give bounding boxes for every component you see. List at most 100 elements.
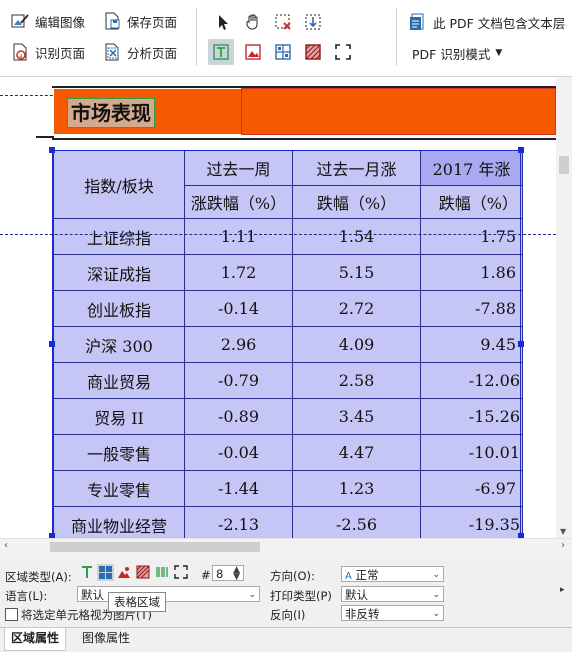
- analyze-page-button[interactable]: 分析页面: [102, 41, 177, 63]
- print-type-value: 默认: [345, 588, 368, 602]
- table-cell: 专业零售: [53, 470, 185, 507]
- empty-area-tool[interactable]: [330, 39, 356, 65]
- resize-handle[interactable]: [518, 341, 524, 347]
- svg-text:a: a: [19, 53, 23, 60]
- background-region-type-icon[interactable]: [136, 565, 150, 582]
- table-cell: 商业贸易: [53, 362, 185, 399]
- text-region-type-icon[interactable]: [80, 565, 94, 582]
- table-cell: 一般零售: [53, 434, 185, 471]
- table-cell: 2.72: [292, 290, 421, 327]
- delete-area-tool[interactable]: [270, 9, 296, 35]
- edit-image-icon: [10, 11, 30, 31]
- horizontal-scrollbar-thumb[interactable]: [50, 542, 260, 552]
- cursor-icon: [219, 15, 228, 30]
- resize-handle[interactable]: [518, 147, 524, 153]
- table-header-cell: 跌幅（%）: [292, 185, 421, 219]
- table-area-icon: [275, 44, 291, 60]
- delete-area-icon: [275, 14, 291, 30]
- table-cell: -0.79: [184, 362, 293, 399]
- cell-count-hash-icon: #: [201, 568, 211, 582]
- text-area-tool[interactable]: [208, 39, 234, 65]
- table-cell: 沪深 300: [53, 326, 185, 363]
- dropdown-arrow-icon: ⌄: [432, 609, 440, 619]
- properties-tabs: 区域属性 图像属性: [0, 627, 572, 652]
- table-cell: -2.56: [292, 506, 421, 538]
- table-cell: -0.04: [184, 434, 293, 471]
- table-cell: 1.72: [184, 254, 293, 291]
- text-area-icon: [213, 44, 229, 60]
- resize-handle[interactable]: [49, 147, 55, 153]
- analyze-page-icon: [102, 42, 122, 62]
- table-header-cell: 指数/板块: [53, 150, 185, 219]
- pdf-text-layer-label: 此 PDF 文档包含文本层: [433, 15, 566, 31]
- dropdown-arrow-icon: ⌄: [432, 590, 440, 600]
- tab-region-properties[interactable]: 区域属性: [4, 628, 67, 651]
- image-region-type-icon[interactable]: [117, 565, 131, 582]
- reorder-icon: [305, 14, 321, 30]
- orientation-dropdown[interactable]: A 正常 ⌄: [341, 566, 444, 582]
- table-header-cell: 涨跌幅（%）: [184, 185, 293, 219]
- table-header-cell: 过去一周: [184, 150, 293, 186]
- language-value: 默认: [81, 588, 104, 602]
- panel-expand-arrow-icon[interactable]: ▸: [560, 585, 565, 595]
- invert-value: 非反转: [345, 607, 380, 621]
- cell-count-value: 8: [216, 567, 224, 581]
- toolbar: 编辑图像 保存页面 a 识别页面 分析页面 此 PDF 文档包含文本层 PDF …: [0, 0, 572, 77]
- treat-cells-as-images-checkbox[interactable]: [5, 608, 18, 621]
- vertical-scrollbar-thumb[interactable]: [559, 156, 569, 174]
- table-cell: 1.11: [184, 218, 293, 255]
- print-type-label: 打印类型(P): [270, 589, 332, 603]
- area-frame-icon[interactable]: [174, 565, 188, 582]
- data-table[interactable]: 指数/板块 过去一周 过去一月涨 2017 年涨 涨跌幅（%） 跌幅（%） 跌幅…: [53, 150, 523, 538]
- table-area-tool[interactable]: [270, 39, 296, 65]
- invert-dropdown[interactable]: 非反转 ⌄: [341, 605, 444, 621]
- scroll-left-arrow-icon[interactable]: ‹: [4, 540, 8, 551]
- image-area-icon: [245, 44, 261, 60]
- table-cell: 1.75: [420, 218, 523, 255]
- reorder-area-tool[interactable]: [300, 9, 326, 35]
- horizontal-scrollbar[interactable]: ‹ ›: [0, 538, 572, 555]
- table-cell: 1.86: [420, 254, 523, 291]
- vertical-scrollbar[interactable]: ▼: [556, 77, 572, 538]
- save-page-button[interactable]: 保存页面: [102, 10, 177, 32]
- language-dropdown[interactable]: 默认 ⌄: [77, 586, 260, 602]
- pan-tool[interactable]: [240, 9, 266, 35]
- save-page-label: 保存页面: [127, 14, 178, 30]
- hand-icon: [246, 14, 258, 30]
- scroll-down-arrow-icon[interactable]: ▼: [560, 527, 566, 536]
- language-label: 语言(L):: [5, 589, 48, 603]
- region-type-label: 区域类型(A):: [5, 570, 72, 584]
- scroll-right-arrow-icon[interactable]: ›: [561, 540, 565, 551]
- orientation-label: 方向(O):: [270, 569, 315, 583]
- pdf-text-layer-button[interactable]: 此 PDF 文档包含文本层: [408, 11, 565, 33]
- spinner-arrows-icon[interactable]: ▲ ▼: [233, 566, 240, 582]
- pdf-recognition-mode-dropdown[interactable]: PDF 识别模式 ▼: [412, 42, 502, 64]
- print-type-dropdown[interactable]: 默认 ⌄: [341, 586, 444, 602]
- image-region-frame[interactable]: [241, 88, 556, 135]
- tab-image-properties[interactable]: 图像属性: [76, 628, 136, 650]
- cell-count-spinner[interactable]: 8 ▲ ▼: [212, 565, 244, 582]
- recognize-page-icon: a: [10, 42, 30, 62]
- table-header-cell: 过去一月涨: [292, 150, 421, 186]
- table-cell: 2.96: [184, 326, 293, 363]
- recognize-page-button[interactable]: a 识别页面: [10, 41, 85, 63]
- table-region-type-icon[interactable]: [97, 564, 114, 581]
- background-image-area-tool[interactable]: [300, 39, 326, 65]
- edit-image-button[interactable]: 编辑图像: [10, 10, 85, 32]
- table-header-cell: 2017 年涨: [420, 150, 523, 186]
- header-rule: [36, 136, 54, 138]
- tooltip: 表格区域: [108, 592, 166, 612]
- table-cell: -1.44: [184, 470, 293, 507]
- save-page-icon: [102, 11, 122, 31]
- barcode-region-type-icon[interactable]: [155, 565, 169, 582]
- document-canvas[interactable]: 市场表现 指数/板块 过去一周 过去一月涨 2017 年涨 涨跌幅（%） 跌幅（…: [0, 77, 556, 538]
- image-area-tool[interactable]: [240, 39, 266, 65]
- edit-image-label: 编辑图像: [35, 14, 86, 30]
- resize-handle[interactable]: [49, 341, 55, 347]
- orientation-icon: A: [345, 571, 352, 582]
- guide-line: [0, 234, 556, 235]
- table-cell: 深证成指: [53, 254, 185, 291]
- dropdown-arrow-icon: ⌄: [248, 590, 256, 600]
- table-cell: -2.13: [184, 506, 293, 538]
- select-tool[interactable]: [210, 9, 236, 35]
